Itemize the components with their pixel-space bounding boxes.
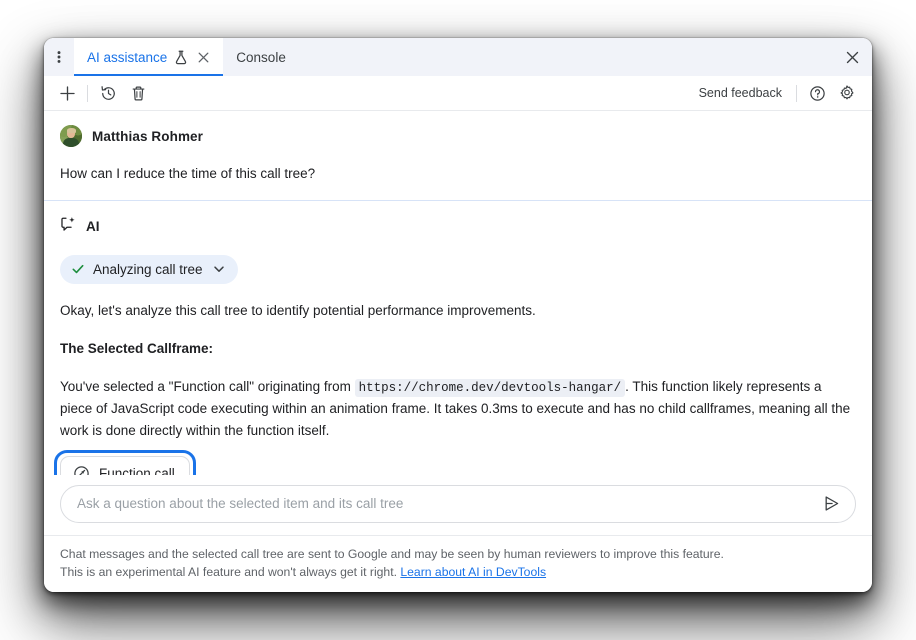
disclaimer-line-2-wrap: This is an experimental AI feature and w… [60,563,856,582]
tab-ai-assistance[interactable]: AI assistance [74,38,223,76]
tab-close-button[interactable] [197,51,210,64]
chevron-down-icon[interactable] [212,262,226,276]
gear-icon [838,84,856,102]
tab-strip-spacer [299,38,832,76]
close-icon [845,50,860,65]
help-circle-icon [809,85,826,102]
chat-input[interactable] [75,495,819,512]
avatar [60,125,82,147]
disclaimer-footer: Chat messages and the selected call tree… [44,535,872,592]
selected-context-button[interactable]: Function call [60,456,190,475]
tab-console[interactable]: Console [223,38,299,76]
history-icon [100,85,117,102]
toolbar-separator [87,85,88,102]
ai-paragraph-1: Okay, let's analyze this call tree to id… [60,300,856,322]
ai-heading-1: The Selected Callframe: [60,338,856,360]
ai-label: AI [86,219,100,234]
selected-context-label: Function call [99,466,175,475]
send-button[interactable] [819,492,843,516]
tab-ai-assistance-label: AI assistance [87,50,167,65]
devtools-ai-assistance-panel: AI assistance Console [44,38,872,592]
panel-close-button[interactable] [832,38,872,76]
send-feedback-button[interactable]: Send feedback [690,86,791,100]
panel-toolbar: Send feedback [44,76,872,111]
disclaimer-line-1: Chat messages and the selected call tree… [60,545,856,564]
settings-button[interactable] [832,80,862,106]
toolbar-separator-right [796,85,797,102]
analysis-step-chip[interactable]: Analyzing call tree [60,255,238,284]
help-button[interactable] [802,80,832,106]
more-tabs-menu-button[interactable] [44,38,74,76]
user-name: Matthias Rohmer [92,129,203,144]
ai-message-block: AI Analyzing call tree Okay, let's analy… [44,201,872,475]
user-header: Matthias Rohmer [60,125,856,147]
tab-strip: AI assistance Console [44,38,872,76]
chat-history-button[interactable] [93,80,123,106]
user-message-text: How can I reduce the time of this call t… [60,164,856,184]
trash-icon [130,85,147,102]
disclaimer-line-2: This is an experimental AI feature and w… [60,565,397,579]
chat-input-area [44,475,872,523]
user-message-block: Matthias Rohmer How can I reduce the tim… [44,111,872,200]
flask-icon [174,50,188,65]
check-icon [71,262,85,276]
source-url-code: https://chrome.dev/devtools-hangar/ [355,379,626,397]
kebab-menu-icon [52,50,66,64]
learn-about-ai-link[interactable]: Learn about AI in DevTools [400,565,546,579]
new-chat-button[interactable] [52,80,82,106]
plus-icon [59,85,76,102]
performance-gauge-icon [73,465,90,475]
ai-paragraph-2: You've selected a "Function call" origin… [60,376,856,442]
conversation-area: Matthias Rohmer How can I reduce the tim… [44,111,872,475]
send-paper-plane-icon [822,494,841,513]
ai-header: AI [60,216,856,238]
tab-console-label: Console [236,50,286,65]
delete-chat-button[interactable] [123,80,153,106]
context-button-focus-ring: Function call [60,456,190,475]
ai-sparkle-bubble-icon [60,216,77,238]
ai-paragraph-2-prefix: You've selected a "Function call" origin… [60,379,355,394]
chat-input-row[interactable] [60,485,856,523]
analysis-step-label: Analyzing call tree [93,262,203,277]
